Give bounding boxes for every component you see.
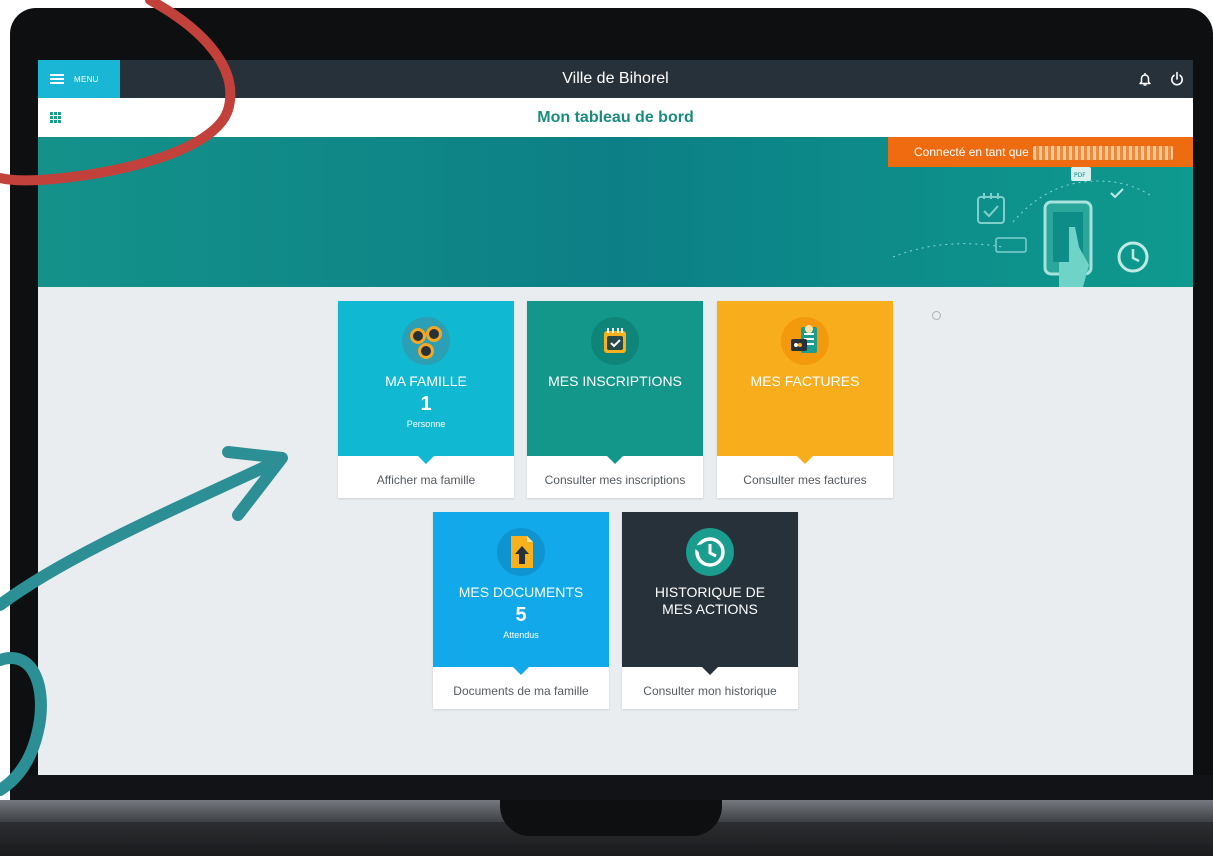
tile-ma-famille[interactable]: MA FAMILLE 1 Personne Afficher ma famill… (338, 301, 514, 498)
page-title: Mon tableau de bord (537, 109, 694, 126)
menu-button[interactable]: MENU (38, 60, 120, 98)
tile-mes-factures[interactable]: MES FACTURES Consulter mes factures (717, 301, 893, 498)
banner-illustration: PDF (892, 167, 1154, 287)
tile-link[interactable]: Consulter mon historique (622, 667, 798, 709)
tile-count: 1 (420, 393, 432, 415)
calendar-icon (977, 193, 1005, 224)
laptop-notch (500, 800, 722, 836)
tile-link[interactable]: Consulter mes inscriptions (527, 456, 703, 498)
sub-bar: Mon tableau de bord (38, 98, 1193, 137)
tile-header: MES INSCRIPTIONS (527, 301, 703, 464)
tile-title: MES FACTURES (750, 373, 860, 389)
tile-header: MES DOCUMENTS 5 Attendus (433, 512, 609, 675)
tile-header: HISTORIQUE DE MES ACTIONS (622, 512, 798, 675)
tile-subtitle: Attendus (503, 630, 539, 640)
tile-header: MES FACTURES (717, 301, 893, 464)
connected-label: Connecté en tant que (914, 145, 1029, 159)
tile-mes-inscriptions[interactable]: MES INSCRIPTIONS Consulter mes inscripti… (527, 301, 703, 498)
bell-icon[interactable] (1137, 71, 1153, 87)
app-screen: MENU Ville de Bihorel Mon tableau de bor… (38, 60, 1193, 775)
tile-title: MES DOCUMENTS (458, 584, 584, 600)
tile-title: MES INSCRIPTIONS (548, 373, 682, 389)
carousel-dot[interactable] (932, 311, 941, 320)
apps-grid-icon[interactable] (50, 112, 61, 123)
tile-header: MA FAMILLE 1 Personne (338, 301, 514, 464)
menu-label: MENU (74, 74, 99, 84)
hamburger-icon (50, 74, 64, 84)
tile-title-line-2: MES ACTIONS (662, 601, 758, 617)
tile-historique[interactable]: HISTORIQUE DE MES ACTIONS Consulter mon … (622, 512, 798, 709)
power-icon[interactable] (1169, 71, 1185, 87)
family-icon (402, 317, 450, 365)
svg-text:PDF: PDF (1074, 172, 1086, 179)
tile-title: MA FAMILLE (385, 373, 467, 389)
laptop-base (0, 800, 1213, 856)
laptop-chin (10, 775, 1213, 800)
history-icon (686, 528, 734, 576)
calendar-check-icon (591, 317, 639, 365)
app-title: Ville de Bihorel (562, 70, 669, 87)
connected-as-badge: Connecté en tant que (888, 137, 1193, 167)
header-banner: Connecté en tant que PDF (38, 137, 1193, 287)
tile-link[interactable]: Consulter mes factures (717, 456, 893, 498)
document-upload-icon (497, 528, 545, 576)
tile-link[interactable]: Afficher ma famille (338, 456, 514, 498)
tile-subtitle: Personne (406, 419, 446, 429)
tile-title: HISTORIQUE DE MES ACTIONS (626, 584, 794, 618)
top-bar: MENU Ville de Bihorel (38, 60, 1193, 98)
dashboard-tiles: MA FAMILLE 1 Personne Afficher ma famill… (38, 287, 1193, 775)
top-icons (1137, 60, 1185, 98)
invoice-card-icon (781, 317, 829, 365)
tile-title-line-1: HISTORIQUE DE (654, 584, 766, 600)
tile-mes-documents[interactable]: MES DOCUMENTS 5 Attendus Documents de ma… (433, 512, 609, 709)
tile-link[interactable]: Documents de ma famille (433, 667, 609, 709)
tile-count: 5 (515, 604, 527, 626)
redacted-username (1032, 145, 1173, 160)
